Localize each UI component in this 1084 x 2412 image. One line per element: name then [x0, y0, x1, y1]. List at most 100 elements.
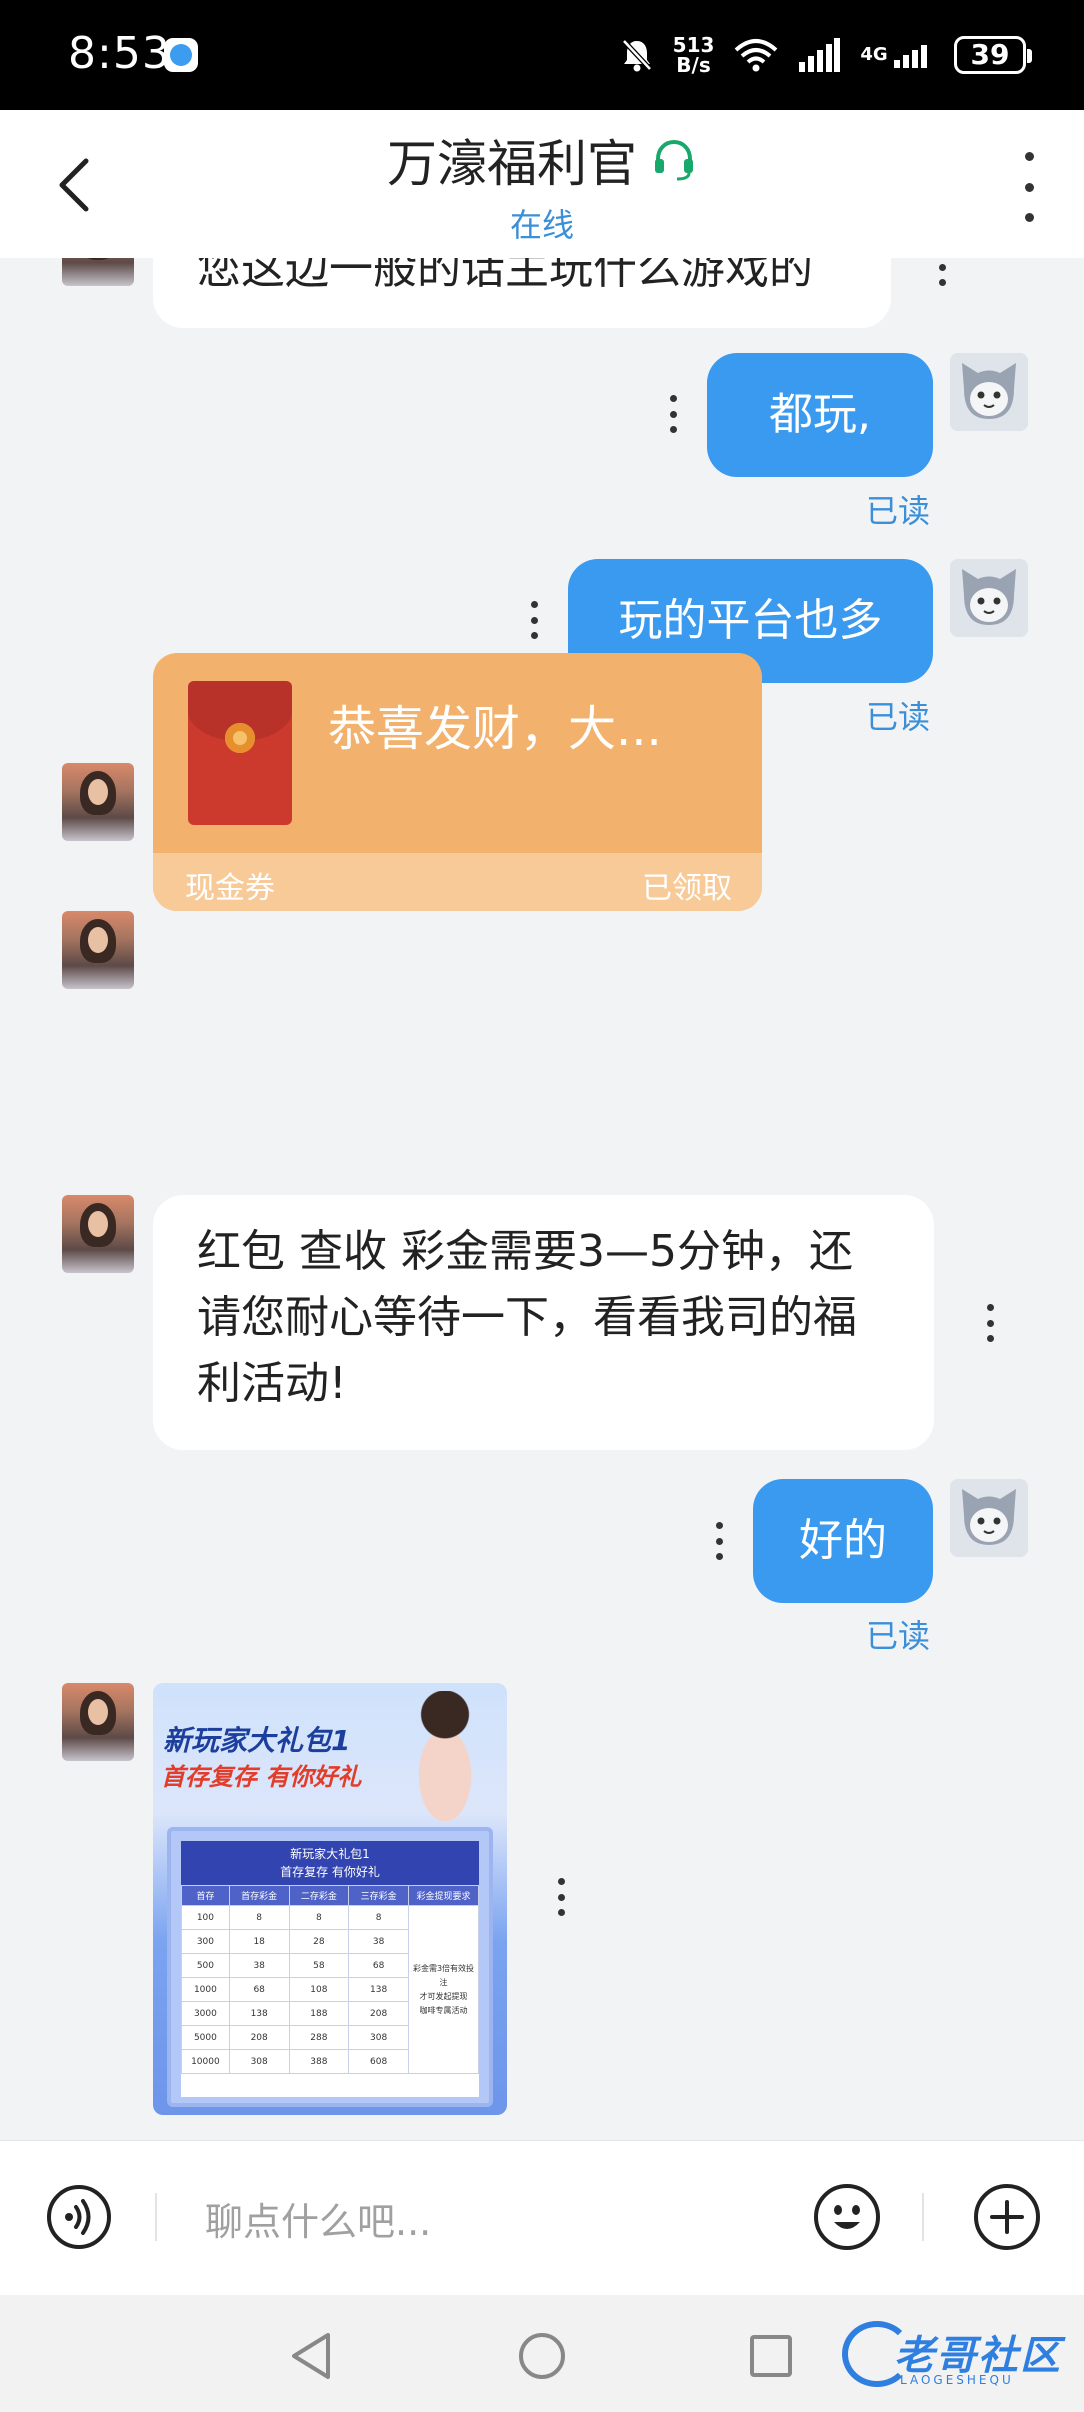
column-header: 首存 — [181, 1885, 230, 1906]
read-receipt: 已读 — [866, 1617, 931, 1655]
column-header: 二存彩金 — [288, 1885, 350, 1906]
contact-avatar[interactable] — [62, 763, 134, 841]
headset-icon — [655, 139, 693, 181]
status-time: 8:53 — [68, 28, 171, 79]
message-options-icon[interactable] — [556, 1878, 566, 1916]
message-text: 红包 查收 彩金需要3—5分钟，还请您耐心等待一下，看看我司的福利活动! — [197, 1226, 857, 1409]
promo-image[interactable]: 新玩家大礼包1 首存复存 有你好礼 新玩家大礼包1 首存复存 有你好礼 首存 首… — [153, 1683, 507, 2115]
table-cell: 1000 — [181, 1977, 230, 2002]
table-cell: 108 — [288, 1977, 350, 2002]
message-bubble[interactable]: 您这边一般的话主玩什么游戏的 — [153, 258, 891, 328]
table-cell: 38 — [228, 1953, 290, 1978]
column-header: 首存彩金 — [228, 1885, 290, 1906]
promo-table: 首存 首存彩金 二存彩金 三存彩金 彩金提现要求 100 8 8 8 彩金需3倍… — [181, 1885, 479, 2074]
message-options-icon[interactable] — [985, 1304, 995, 1342]
contact-avatar[interactable] — [62, 258, 134, 286]
column-header: 三存彩金 — [348, 1885, 409, 1906]
message-text: 您这边一般的话主玩什么游戏的 — [197, 258, 813, 294]
red-envelope-icon — [188, 681, 292, 825]
table-cell: 8 — [288, 1905, 350, 1930]
network-speed-value: 513 — [672, 33, 715, 57]
status-bar: 8:53 513 B/s 4G 39 — [0, 0, 1084, 110]
table-cell: 300 — [181, 1929, 230, 1954]
table-cell: 288 — [288, 2025, 350, 2050]
red-packet-card[interactable]: 恭喜发财，大... 现金券 已领取 — [153, 653, 762, 911]
note-line: 才可发起提现 — [419, 1991, 468, 2001]
wifi-icon — [734, 38, 778, 72]
table-cell: 68 — [348, 1953, 409, 1978]
contact-avatar[interactable] — [62, 911, 134, 989]
message-options-icon[interactable] — [937, 258, 947, 286]
table-cell: 10000 — [181, 2049, 230, 2074]
battery-level: 39 — [970, 38, 1010, 71]
contact-name[interactable]: 万濠福利官 — [387, 124, 637, 196]
more-vertical-icon[interactable] — [1014, 152, 1044, 222]
table-cell: 18 — [228, 1929, 290, 1954]
chat-header: 万濠福利官 在线 — [0, 110, 1084, 258]
voice-icon[interactable] — [47, 2185, 111, 2249]
promo-subheadline: 首存复存 有你好礼 — [161, 1763, 362, 1791]
table-cell: 608 — [348, 2049, 409, 2074]
message-options-icon[interactable] — [529, 601, 539, 639]
my-avatar[interactable] — [950, 353, 1028, 431]
table-cell: 100 — [181, 1905, 230, 1930]
red-packet-footer: 现金券 已领取 — [153, 853, 762, 911]
promo-model-figure — [397, 1691, 493, 1821]
note-line: 咖啡专属活动 — [419, 2005, 468, 2015]
cat-avatar-icon — [950, 1479, 1028, 1557]
divider — [155, 2193, 157, 2241]
network-speed: 513 B/s — [673, 35, 715, 75]
battery-icon: 39 — [954, 36, 1032, 74]
table-cell: 208 — [348, 2001, 409, 2026]
table-cell: 58 — [288, 1953, 350, 1978]
cat-avatar-icon — [950, 559, 1028, 637]
contact-avatar[interactable] — [62, 1683, 134, 1761]
message-text: 好的 — [799, 1515, 887, 1566]
chat-area[interactable]: 您这边一般的话主玩什么游戏的 都玩, 已读 玩的平台也多 已读 好的 恭喜发财，… — [0, 258, 1084, 2140]
input-bar: 聊点什么吧... — [0, 2140, 1084, 2295]
table-cell: 3000 — [181, 2001, 230, 2026]
table-cell: 308 — [348, 2025, 409, 2050]
watermark-subtext: LAOGESHEQU — [900, 2373, 1014, 2387]
divider — [922, 2193, 924, 2241]
contact-avatar[interactable] — [62, 1195, 134, 1273]
withdraw-requirement: 彩金需3倍有效投注 才可发起提现 咖啡专属活动 — [408, 1905, 479, 2074]
network-speed-unit: B/s — [676, 53, 711, 77]
table-cell: 8 — [348, 1905, 409, 1930]
message-bubble[interactable]: 好的 — [753, 1479, 933, 1603]
table-cell: 138 — [228, 2001, 290, 2026]
message-options-icon[interactable] — [714, 1522, 724, 1560]
online-status: 在线 — [509, 206, 574, 244]
network-type-label: 4G — [860, 44, 888, 65]
message-text: 都玩, — [769, 389, 871, 440]
nav-recent-icon[interactable] — [750, 2335, 792, 2377]
promo-headline: 新玩家大礼包1 — [163, 1724, 351, 1757]
note-line: 彩金需3倍有效投注 — [412, 1963, 475, 1987]
message-bubble[interactable]: 都玩, — [707, 353, 933, 477]
promo-table-card: 新玩家大礼包1 首存复存 有你好礼 首存 首存彩金 二存彩金 三存彩金 彩金提现… — [167, 1827, 493, 2107]
message-options-icon[interactable] — [668, 395, 678, 433]
table-cell: 5000 — [181, 2025, 230, 2050]
table-cell: 500 — [181, 1953, 230, 1978]
promo-table-subtitle: 首存复存 有你好礼 — [280, 1865, 380, 1879]
nav-home-icon[interactable] — [519, 2333, 565, 2379]
my-avatar[interactable] — [950, 559, 1028, 637]
table-cell: 68 — [228, 1977, 290, 2002]
message-bubble[interactable]: 红包 查收 彩金需要3—5分钟，还请您耐心等待一下，看看我司的福利活动! — [153, 1195, 934, 1450]
table-cell: 388 — [288, 2049, 350, 2074]
cat-avatar-icon — [950, 353, 1028, 431]
emoji-icon[interactable] — [814, 2184, 880, 2250]
message-input[interactable]: 聊点什么吧... — [205, 2191, 431, 2246]
column-header: 彩金提现要求 — [408, 1885, 479, 1906]
table-cell: 308 — [228, 2049, 290, 2074]
network-type: 4G — [860, 42, 934, 68]
promo-table-wrap: 新玩家大礼包1 首存复存 有你好礼 首存 首存彩金 二存彩金 三存彩金 彩金提现… — [181, 1841, 479, 2097]
promo-table-title: 新玩家大礼包1 — [290, 1847, 370, 1861]
app-notification-icon — [164, 38, 198, 72]
my-avatar[interactable] — [950, 1479, 1028, 1557]
plus-icon[interactable] — [974, 2184, 1040, 2250]
nav-back-icon[interactable] — [288, 2331, 332, 2381]
table-cell: 188 — [288, 2001, 350, 2026]
read-receipt: 已读 — [866, 492, 931, 530]
table-row: 100 8 8 8 彩金需3倍有效投注 才可发起提现 咖啡专属活动 — [181, 1905, 479, 2074]
